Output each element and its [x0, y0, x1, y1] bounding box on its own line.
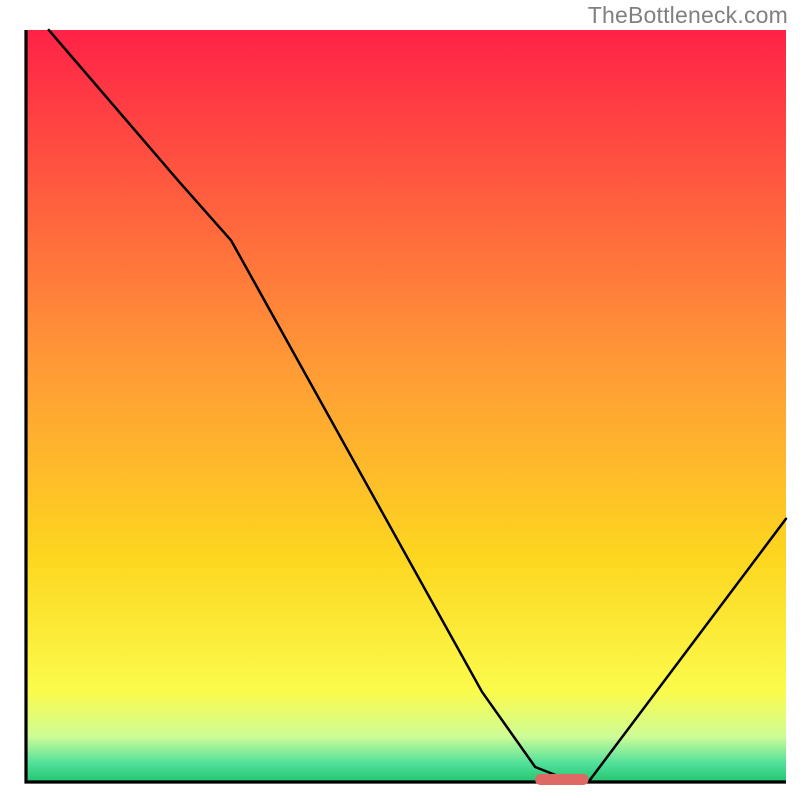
optimal-zone-marker	[535, 774, 588, 785]
bottleneck-chart	[0, 0, 800, 800]
watermark-text: TheBottleneck.com	[588, 2, 788, 29]
chart-canvas: TheBottleneck.com	[0, 0, 800, 800]
